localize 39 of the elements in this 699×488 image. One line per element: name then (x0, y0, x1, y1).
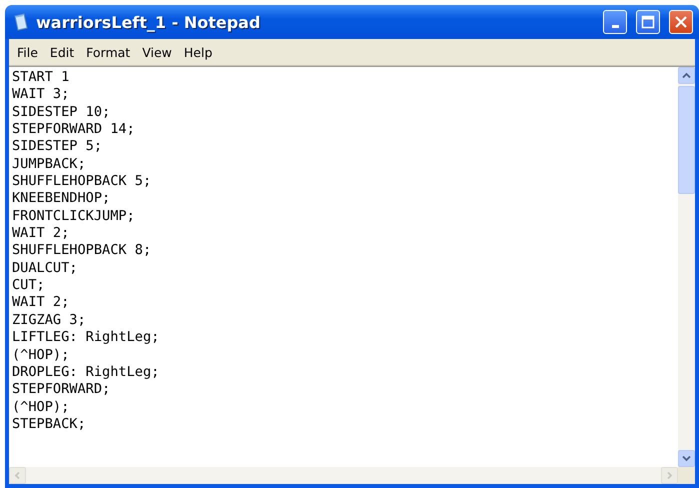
maximize-icon (641, 15, 655, 29)
text-line: WAIT 3; (12, 86, 70, 104)
notepad-icon (13, 13, 29, 31)
scroll-down-button[interactable] (678, 450, 695, 467)
close-icon (674, 15, 688, 29)
text-line: SHUFFLEHOPBACK 8; (12, 242, 152, 260)
text-line: WAIT 2; (12, 225, 70, 242)
scroll-up-button[interactable] (678, 67, 695, 84)
text-line: (^HOP); (12, 346, 70, 364)
text-line: ZIGZAG 3; (12, 312, 86, 330)
text-line: SHUFFLEHOPBACK 5; (12, 173, 152, 190)
menu-item[interactable]: View (136, 44, 178, 60)
text-line: START 1 (12, 69, 70, 86)
maximize-button[interactable] (636, 10, 660, 34)
text-line: JUMPBACK; (12, 156, 86, 174)
minimize-icon (612, 24, 618, 28)
window-title: warriorsLeft_1 - Notepad (36, 12, 262, 32)
text-line: DUALCUT; (12, 260, 78, 278)
scroll-thumb[interactable] (678, 86, 695, 194)
menu-item[interactable]: Format (80, 44, 136, 60)
size-grip[interactable] (678, 467, 695, 484)
text-line: DROPLEG: RightLeg; (12, 364, 160, 382)
menu-item[interactable]: Help (178, 44, 218, 60)
text-line: SIDESTEP 5; (12, 138, 102, 156)
text-line: STEPFORWARD; (12, 381, 110, 399)
text-line: FRONTCLICKJUMP; (12, 208, 135, 226)
text-line: SIDESTEP 10; (12, 104, 110, 122)
menu-item[interactable]: File (11, 44, 44, 60)
text-line: CUT; (12, 277, 45, 294)
text-line: WAIT 2; (12, 294, 70, 312)
vertical-scrollbar[interactable] (678, 67, 695, 467)
text-line: KNEEBENDHOP; (12, 190, 110, 208)
text-line: STEPBACK; (12, 416, 86, 434)
close-button[interactable] (669, 10, 693, 34)
text-line: (^HOP); (12, 398, 70, 416)
text-line: STEPFORWARD 14; (12, 121, 135, 138)
text-line: LIFTLEG: RightLeg; (12, 329, 160, 346)
menu-item[interactable]: Edit (44, 44, 80, 60)
minimize-button[interactable] (603, 10, 627, 34)
